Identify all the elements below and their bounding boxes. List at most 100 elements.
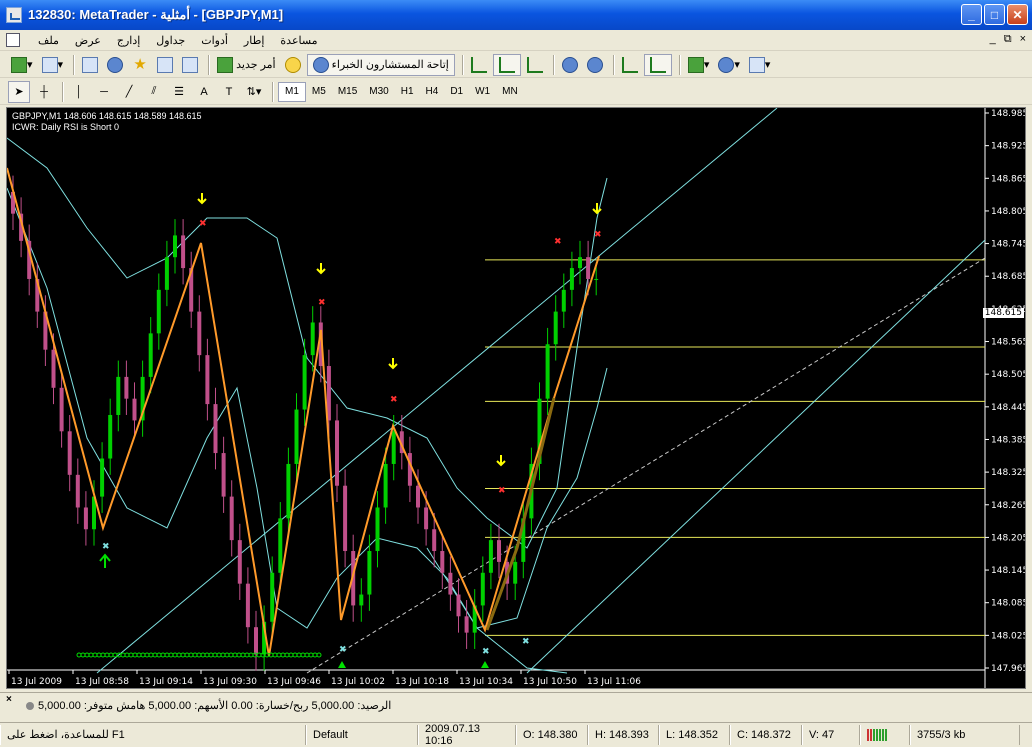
text-label-icon: T <box>225 85 233 98</box>
support-dot <box>96 652 102 658</box>
menu-insert[interactable]: إدارج <box>109 34 148 47</box>
menu-file[interactable]: ملف <box>30 34 67 47</box>
zoom-out-button[interactable] <box>584 54 606 76</box>
expert-advisors-button[interactable]: إتاحة المستشارون الخبراء <box>306 53 455 76</box>
chart-window-icon[interactable] <box>6 33 20 47</box>
candle-body <box>254 627 258 655</box>
time-tick-label: 13 Jul 09:30 <box>203 677 257 687</box>
chart-info: GBPJPY,M1 148.606 148.615 148.589 148.61… <box>12 111 202 133</box>
support-dot <box>112 652 118 658</box>
line-studies-toolbar: ➤ ┼ │ ─ ╱ ⫽ ☰ A T ⇅▾ M1 M5 M15 M30 H1 H4… <box>0 79 1032 105</box>
vertical-line-tool[interactable]: │ <box>68 81 90 103</box>
time-tick-label: 13 Jul 08:58 <box>75 677 129 687</box>
expert-advisors-icon <box>312 56 329 73</box>
timeframe-d1[interactable]: D1 <box>444 82 469 102</box>
timeframe-w1[interactable]: W1 <box>469 82 496 102</box>
support-dot <box>192 652 198 658</box>
support-dot <box>180 652 186 658</box>
maximize-button[interactable]: □ <box>984 4 1005 25</box>
timeframe-m15[interactable]: M15 <box>332 82 363 102</box>
market-watch-button[interactable] <box>79 54 101 76</box>
support-dot <box>232 652 238 658</box>
arrows-tool[interactable]: ⇅▾ <box>243 81 265 103</box>
price-tick-label: 148.805 <box>991 207 1025 217</box>
mdi-minimize-button[interactable]: _ <box>990 33 996 46</box>
horizontal-line-tool[interactable]: ─ <box>93 81 115 103</box>
sell-marker: ✖ <box>498 486 506 496</box>
candle-body <box>480 572 485 606</box>
mdi-restore-button[interactable]: ⧉ <box>1004 33 1012 46</box>
indicators-button[interactable]: ▾ <box>685 54 713 76</box>
price-tick-label: 148.265 <box>991 501 1025 511</box>
chart-shift-button[interactable] <box>643 53 672 76</box>
menu-window[interactable]: إطار <box>236 34 272 47</box>
arrows-icon: ⇅▾ <box>246 86 262 98</box>
chart-window[interactable]: 148.985 148.925 148.865 148.805 148.745 148.6… <box>6 107 1026 689</box>
price-tick-label: 148.325 <box>991 468 1025 478</box>
candle-body <box>221 453 226 497</box>
toolbar-separator <box>208 54 211 75</box>
support-dot <box>212 652 218 658</box>
candle-body <box>83 507 88 530</box>
account-summary: الرصيد: 5,000.00 ربح/خسارة: 0.00 الأسهم:… <box>26 699 391 712</box>
title-bar: 132830: MetaTrader - أمثلية - [GBPJPY,M1… <box>0 0 1032 30</box>
navigator-button[interactable] <box>104 54 126 76</box>
new-chart-button[interactable]: ▾ <box>8 54 36 76</box>
zoom-in-button[interactable] <box>559 54 581 76</box>
strategy-tester-button[interactable] <box>179 54 201 76</box>
candle-body <box>51 349 56 388</box>
crosshair-tool[interactable]: ┼ <box>33 81 55 103</box>
new-order-button[interactable]: أمر جديد <box>214 54 279 76</box>
timeframe-mn[interactable]: MN <box>496 82 524 102</box>
candle-body <box>278 518 283 573</box>
candle-body <box>335 420 339 486</box>
auto-scroll-button[interactable] <box>619 54 641 76</box>
metaeditor-button[interactable] <box>282 54 304 76</box>
terminal-close-button[interactable]: × <box>6 694 12 705</box>
sell-signal-arrow <box>388 358 398 370</box>
timeframe-h1[interactable]: H1 <box>395 82 420 102</box>
candlestick-chart-button[interactable] <box>492 53 521 76</box>
timeframe-m5[interactable]: M5 <box>306 82 332 102</box>
fibonacci-tool[interactable]: ☰ <box>168 81 190 103</box>
magnifier-icon <box>182 56 199 73</box>
favorites-button[interactable]: ★ <box>129 54 151 76</box>
text-tool[interactable]: A <box>193 81 215 103</box>
menu-help[interactable]: مساعدة <box>272 34 325 47</box>
minimize-button[interactable]: _ <box>961 4 982 25</box>
menu-view[interactable]: عرض <box>67 34 109 47</box>
candle-body <box>245 583 250 628</box>
equidistant-channel-tool[interactable]: ⫽ <box>143 81 165 103</box>
sell-signal-arrow <box>496 455 506 467</box>
trendline-tool[interactable]: ╱ <box>118 81 140 103</box>
support-dot <box>248 652 254 658</box>
support-dot <box>216 652 222 658</box>
templates-button[interactable]: ▾ <box>746 54 774 76</box>
support-dot <box>244 652 250 658</box>
profiles-button[interactable]: ▾ <box>39 54 67 76</box>
timeframe-h4[interactable]: H4 <box>420 82 445 102</box>
bar-chart-button[interactable] <box>468 54 490 76</box>
close-button[interactable]: ✕ <box>1007 4 1028 25</box>
terminal-button[interactable] <box>154 54 176 76</box>
support-dot <box>204 652 210 658</box>
sell-marker: ✖ <box>594 230 602 240</box>
timeframe-m30[interactable]: M30 <box>363 82 394 102</box>
toolbar-separator <box>612 54 615 75</box>
crosshair-icon: ┼ <box>40 85 48 98</box>
toolbar-separator <box>272 81 274 102</box>
mdi-close-button[interactable]: × <box>1020 33 1026 46</box>
menu-charts[interactable]: جداول <box>148 34 193 47</box>
line-chart-button[interactable] <box>524 54 546 76</box>
price-chart[interactable]: 148.985 148.925 148.865 148.805 148.745 148.6… <box>7 108 1025 688</box>
candle-body <box>302 355 307 410</box>
support-dot <box>148 652 154 658</box>
time-tick-label: 13 Jul 09:14 <box>139 677 193 687</box>
timeframe-m1[interactable]: M1 <box>278 81 306 102</box>
navigator-icon <box>107 56 124 73</box>
warning-icon <box>284 56 301 73</box>
menu-tools[interactable]: أدوات <box>193 34 236 47</box>
text-label-tool[interactable]: T <box>218 81 240 103</box>
periods-button[interactable]: ▾ <box>715 54 743 76</box>
cursor-tool[interactable]: ➤ <box>8 80 30 103</box>
